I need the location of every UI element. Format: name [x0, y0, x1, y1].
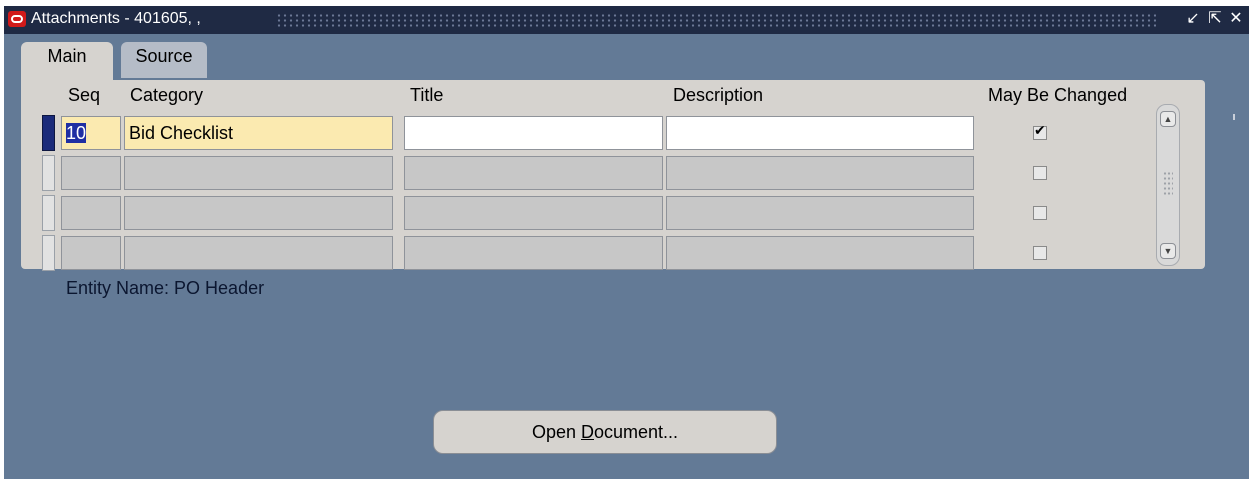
title-field[interactable] [404, 116, 663, 150]
tab-source[interactable]: Source [121, 42, 207, 78]
seq-field[interactable] [61, 156, 121, 190]
open-document-suffix: ocument... [594, 422, 679, 442]
title-bar[interactable]: Attachments - 401605, , ↙ ⇱ ✕ [4, 6, 1249, 34]
close-icon[interactable]: ✕ [1227, 9, 1245, 29]
column-header-title: Title [410, 85, 444, 105]
column-header-category: Category [130, 85, 204, 105]
scroll-down-icon[interactable]: ▼ [1160, 243, 1176, 259]
row-selector[interactable] [42, 235, 55, 271]
category-field[interactable] [124, 236, 393, 270]
category-field[interactable]: Bid Checklist [124, 116, 393, 150]
records-scrollbar[interactable]: ▲ ▼ [1156, 104, 1180, 266]
row-selector[interactable] [42, 195, 55, 231]
category-field[interactable] [124, 156, 393, 190]
title-field[interactable] [404, 236, 663, 270]
window-edge-mark [1233, 114, 1235, 120]
seq-value: 10 [66, 123, 87, 143]
scroll-thumb-grip[interactable] [1163, 171, 1173, 197]
may-be-changed-checkbox[interactable] [1033, 123, 1047, 140]
seq-field[interactable]: 10 [61, 116, 121, 150]
maximize-icon[interactable]: ⇱ [1206, 9, 1224, 29]
description-field[interactable] [666, 116, 974, 150]
description-field[interactable] [666, 156, 974, 190]
column-header-description: Description [673, 85, 764, 105]
entity-name-label: Entity Name: PO Header [66, 278, 265, 298]
row-selector[interactable] [42, 155, 55, 191]
tab-main[interactable]: Main [21, 42, 113, 84]
may-be-changed-checkbox[interactable] [1033, 166, 1047, 180]
title-field[interactable] [404, 196, 663, 230]
column-header-seq: Seq [68, 85, 101, 105]
category-field[interactable] [124, 196, 393, 230]
seq-field[interactable] [61, 236, 121, 270]
description-field[interactable] [666, 236, 974, 270]
open-document-button[interactable]: Open Document... [433, 410, 777, 454]
title-bar-grip [276, 13, 1156, 27]
open-document-mnemonic: D [581, 422, 594, 442]
window-title: Attachments - 401605, , [31, 10, 201, 27]
description-field[interactable] [666, 196, 974, 230]
seq-field[interactable] [61, 196, 121, 230]
row-selector[interactable] [42, 115, 55, 151]
may-be-changed-checkbox[interactable] [1033, 206, 1047, 220]
title-field[interactable] [404, 156, 663, 190]
may-be-changed-checkbox[interactable] [1033, 246, 1047, 260]
column-header-may-be-changed: May Be Changed [988, 85, 1128, 105]
oracle-logo-icon [8, 11, 26, 27]
scroll-up-icon[interactable]: ▲ [1160, 111, 1176, 127]
open-document-prefix: Open [531, 422, 581, 442]
minimize-icon[interactable]: ↙ [1184, 9, 1202, 29]
